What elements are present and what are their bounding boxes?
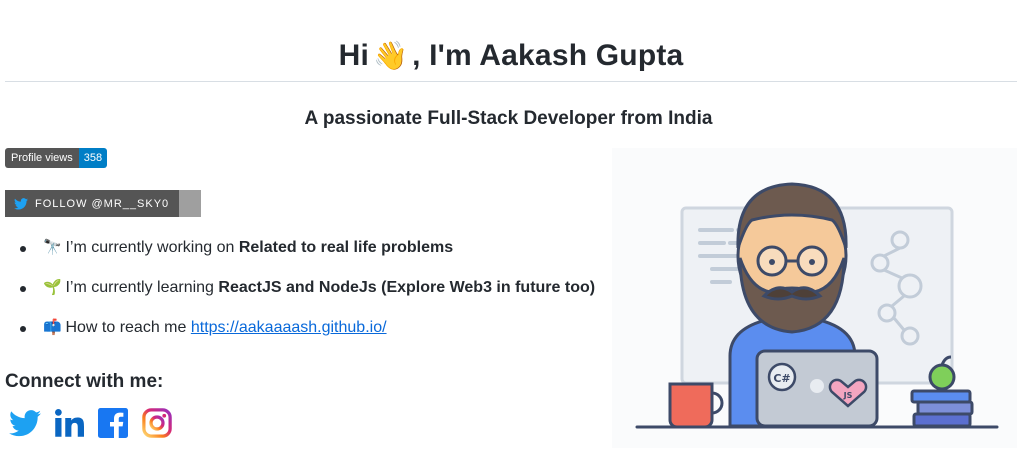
developer-illustration: C# JS bbox=[612, 148, 1017, 448]
title-prefix: Hi bbox=[338, 38, 369, 72]
profile-views-badge[interactable]: Profile views 358 bbox=[5, 148, 108, 168]
linkedin-icon bbox=[55, 409, 84, 437]
twitter-follow-count bbox=[179, 190, 201, 217]
instagram-icon bbox=[142, 408, 172, 438]
list-item-text: How to reach me bbox=[65, 319, 191, 336]
laptop: C# JS bbox=[755, 349, 879, 428]
twitter-icon bbox=[9, 409, 41, 436]
title-name: , I'm Aakash Gupta bbox=[412, 38, 684, 72]
list-item-bold: ReactJS and NodeJs (Explore Web3 in futu… bbox=[218, 279, 596, 296]
telescope-icon: 🔭 bbox=[43, 239, 62, 256]
instagram-link[interactable] bbox=[140, 406, 174, 440]
profile-views-count: 358 bbox=[78, 148, 108, 168]
about-list: 🔭 I’m currently working on Related to re… bbox=[20, 238, 595, 358]
seedling-icon: 🌱 bbox=[43, 279, 62, 296]
social-links bbox=[8, 406, 174, 440]
list-item: 🔭 I’m currently working on Related to re… bbox=[20, 238, 595, 258]
facebook-icon bbox=[98, 408, 128, 438]
twitter-icon bbox=[14, 197, 28, 210]
list-item-text: I’m currently working on bbox=[65, 239, 239, 256]
list-item-text: I’m currently learning bbox=[65, 279, 219, 296]
website-link[interactable]: https://aakaaaash.github.io/ bbox=[191, 319, 387, 336]
laptop-sticker-csharp-label: C# bbox=[773, 372, 790, 385]
list-item-bold: Related to real life problems bbox=[238, 239, 454, 256]
linkedin-link[interactable] bbox=[52, 406, 86, 440]
list-item: 📫 How to reach me https://aakaaaash.gith… bbox=[20, 318, 595, 338]
facebook-link[interactable] bbox=[96, 406, 130, 440]
twitter-follow-label: FOLLOW @MR__SKY0 bbox=[35, 197, 170, 210]
page-subtitle: A passionate Full-Stack Developer from I… bbox=[304, 108, 713, 129]
twitter-link[interactable] bbox=[8, 406, 42, 440]
list-item: 🌱 I’m currently learning ReactJS and Nod… bbox=[20, 278, 595, 298]
twitter-follow-badge[interactable]: FOLLOW @MR__SKY0 bbox=[5, 190, 201, 217]
profile-views-label: Profile views bbox=[5, 148, 79, 168]
page-title: Hi 👋 , I'm Aakash Gupta bbox=[5, 30, 1017, 82]
waving-hand-icon: 👋 bbox=[372, 40, 409, 71]
twitter-follow-left: FOLLOW @MR__SKY0 bbox=[5, 190, 180, 217]
book-stack bbox=[910, 389, 974, 428]
connect-heading: Connect with me: bbox=[5, 371, 164, 392]
laptop-sticker-js-label: JS bbox=[843, 391, 853, 400]
mailbox-icon: 📫 bbox=[43, 319, 62, 336]
